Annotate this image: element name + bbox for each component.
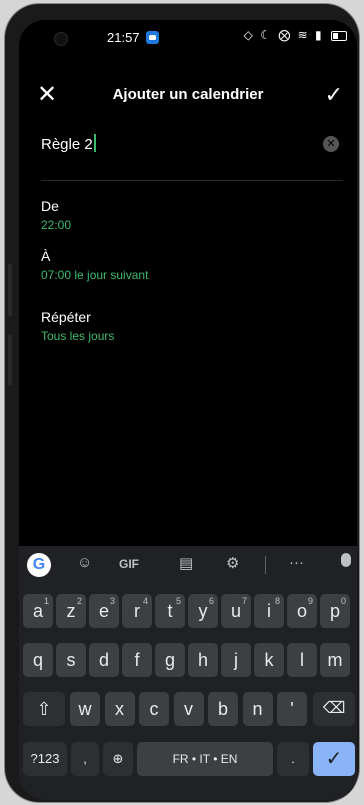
clear-icon[interactable]: ✕ (323, 136, 339, 152)
key-label: r (134, 601, 140, 621)
key-w[interactable]: w (70, 692, 100, 726)
key-o[interactable]: o9 (287, 594, 317, 628)
keyboard-row-1: a1z2e3r4t5y6u7i8o9p0 (19, 594, 357, 630)
enter-key[interactable]: ✓ (313, 742, 355, 776)
shift-key[interactable]: ⇧ (23, 692, 65, 726)
keyboard-toolbar: ☺ GIF ▤ ⚙ ··· (19, 546, 357, 584)
clipboard-icon[interactable]: ▤ (179, 554, 193, 572)
repeat-field[interactable]: Répéter Tous les jours (41, 309, 114, 343)
period-key[interactable]: . (277, 742, 309, 776)
key-p[interactable]: p0 (320, 594, 350, 628)
backspace-key[interactable]: ⌫ (313, 692, 355, 726)
emoji-comma-key[interactable]: , (71, 742, 99, 776)
key-hint: 5 (175, 596, 181, 606)
key-x[interactable]: x (104, 692, 135, 726)
name-input[interactable]: Règle 2 (41, 134, 96, 153)
to-value: 07:00 le jour suivant (41, 268, 149, 282)
screen: 21:57 ◇ ☾ ⨂ ≋ ▮ ✕ Ajouter un calendrier … (19, 20, 357, 800)
key-c[interactable]: c (139, 692, 169, 726)
key-hint: 1 (43, 596, 49, 606)
keyboard: ☺ GIF ▤ ⚙ ··· a1z2e3r4t5y6u7i8o9p0 qsdfg… (19, 546, 357, 800)
more-button[interactable]: ··· (289, 554, 304, 571)
key-label: z (66, 601, 76, 621)
key-h[interactable]: h (188, 643, 218, 677)
key-apostrophe[interactable]: ' (277, 692, 307, 726)
name-field[interactable]: Règle 2 ✕ (19, 128, 357, 172)
key-n[interactable]: n (242, 692, 273, 726)
confirm-icon[interactable]: ✓ (325, 80, 343, 110)
text-caret (93, 134, 96, 152)
key-b[interactable]: b (208, 692, 238, 726)
key-label: t (167, 601, 173, 621)
keyboard-row-4: ?123 , ⊕ FR • IT • EN . ✓ (19, 742, 357, 778)
settings-icon[interactable]: ⚙ (226, 554, 239, 572)
key-k[interactable]: k (254, 643, 284, 677)
battery-icon (331, 30, 347, 41)
key-hint: 6 (208, 596, 214, 606)
key-hint: 2 (76, 596, 82, 606)
volume-button (8, 264, 12, 316)
toolbar-separator (265, 556, 266, 574)
key-l[interactable]: l (287, 643, 317, 677)
from-label: De (41, 198, 59, 214)
app-notification-icon (146, 31, 159, 44)
keyboard-row-2: qsdfghjklm (19, 643, 357, 679)
key-q[interactable]: q (23, 643, 53, 677)
key-i[interactable]: i8 (254, 594, 284, 628)
key-u[interactable]: u7 (221, 594, 251, 628)
camera-icon (54, 32, 68, 46)
key-z[interactable]: z2 (56, 594, 86, 628)
phone-frame: 21:57 ◇ ☾ ⨂ ≋ ▮ ✕ Ajouter un calendrier … (5, 4, 359, 802)
name-value: Règle 2 (41, 136, 93, 153)
google-icon[interactable] (27, 553, 51, 577)
key-hint: 3 (109, 596, 115, 606)
symbols-key[interactable]: ?123 (23, 742, 67, 776)
key-j[interactable]: j (221, 643, 251, 677)
key-hint: 4 (142, 596, 148, 606)
key-v[interactable]: v (173, 692, 204, 726)
gif-button[interactable]: GIF (119, 557, 139, 571)
page-title: Ajouter un calendrier (112, 86, 264, 103)
key-hint: 7 (241, 596, 247, 606)
repeat-label: Répéter (41, 309, 91, 325)
key-hint: 9 (307, 596, 313, 606)
space-key[interactable]: FR • IT • EN (137, 742, 273, 776)
from-field[interactable]: De 22:00 (41, 198, 71, 232)
key-g[interactable]: g (155, 643, 185, 677)
status-icons: ◇ ☾ ⨂ ≋ ▮ (244, 28, 347, 42)
power-button (8, 334, 12, 386)
to-field[interactable]: À 07:00 le jour suivant (41, 248, 148, 282)
key-label: e (98, 601, 109, 621)
status-bar: 21:57 ◇ ☾ ⨂ ≋ ▮ (19, 20, 357, 50)
key-label: u (230, 601, 241, 621)
key-y[interactable]: y6 (188, 594, 218, 628)
key-label: p (329, 601, 340, 621)
key-label: o (296, 601, 307, 621)
key-d[interactable]: d (89, 643, 119, 677)
key-e[interactable]: e3 (89, 594, 119, 628)
key-label: i (267, 601, 271, 621)
key-hint: 8 (274, 596, 280, 606)
key-f[interactable]: f (122, 643, 152, 677)
to-label: À (41, 248, 51, 264)
from-value: 22:00 (41, 218, 72, 232)
key-label: y (198, 601, 208, 621)
key-m[interactable]: m (320, 643, 350, 677)
repeat-value: Tous les jours (41, 329, 115, 343)
status-time: 21:57 (107, 30, 140, 45)
keyboard-row-3: ⇧ ⌫ w x c v b n ' (19, 692, 357, 728)
divider (41, 180, 343, 181)
key-r[interactable]: r4 (122, 594, 152, 628)
key-a[interactable]: a1 (23, 594, 53, 628)
key-t[interactable]: t5 (155, 594, 185, 628)
key-hint: 0 (340, 596, 346, 606)
mic-icon[interactable] (341, 553, 351, 567)
globe-icon[interactable]: ⊕ (103, 742, 133, 776)
sticker-icon[interactable]: ☺ (77, 554, 92, 571)
key-label: a (32, 601, 43, 621)
header: ✕ Ajouter un calendrier ✓ (19, 80, 357, 110)
key-s[interactable]: s (56, 643, 86, 677)
status-indicators: ◇ ☾ ⨂ ≋ ▮ (243, 28, 324, 42)
